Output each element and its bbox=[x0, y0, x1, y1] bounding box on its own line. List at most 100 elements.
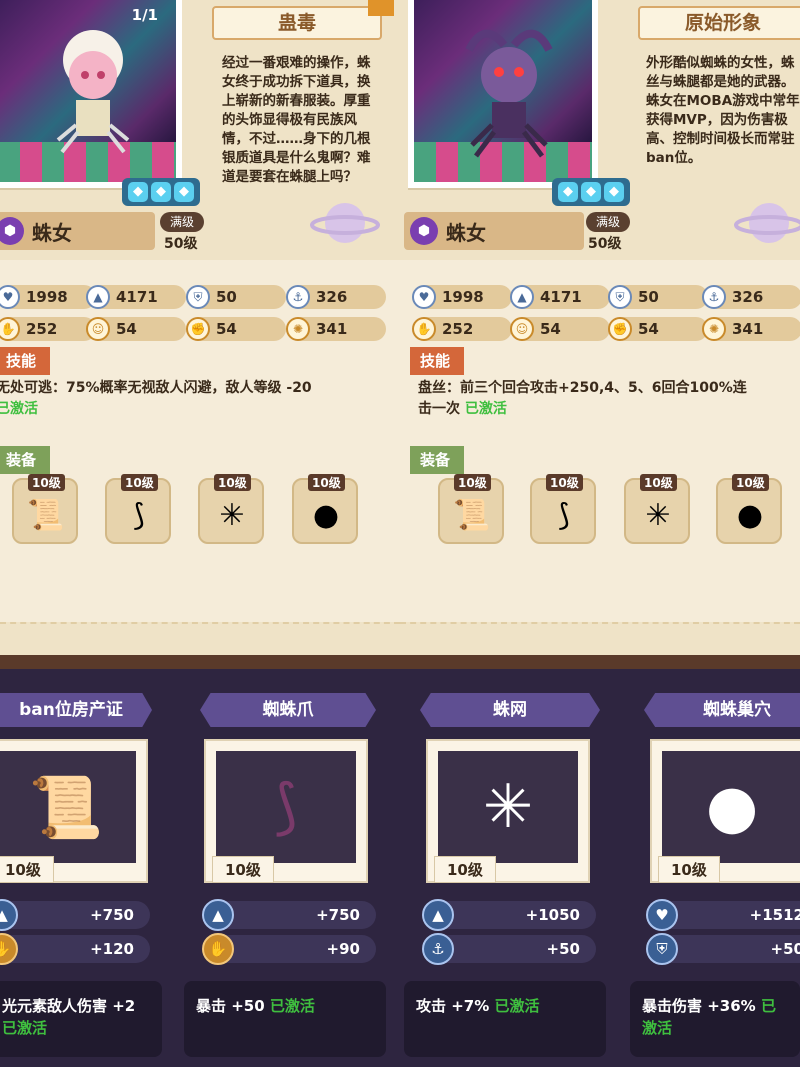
equipment-slot[interactable]: 10级 ✳ bbox=[198, 474, 264, 544]
gem-icon: ◆ bbox=[174, 182, 194, 202]
anchor-icon: ⚓ bbox=[286, 285, 310, 309]
equipment-bonus: ▲ +1050 bbox=[422, 899, 596, 931]
gem-icon: ◆ bbox=[558, 182, 578, 202]
equipment-bonus: ▲ +750 bbox=[0, 899, 150, 931]
hand-icon: ✋ bbox=[202, 933, 234, 965]
skin-title: 蛊毒 bbox=[212, 6, 382, 40]
equipment-slot[interactable]: 10级 ✳ bbox=[624, 474, 690, 544]
character-sprite-costume bbox=[56, 30, 130, 154]
skill-description: 盘丝：前三个回合攻击+250,4、5、6回合100%连 击一次 已激活 bbox=[418, 380, 747, 417]
bell-icon: ▲ bbox=[0, 899, 18, 931]
skill-gems: ◆ ◆ ◆ bbox=[122, 178, 200, 206]
equipment-tag: 装备 bbox=[0, 446, 51, 474]
spider-nest-icon: ● bbox=[312, 498, 340, 533]
stat-strength: ✊ 54 bbox=[608, 317, 708, 341]
stat-attack: ▲ 4171 bbox=[86, 285, 186, 309]
spider-nest-icon: ● bbox=[705, 772, 759, 842]
gem-icon: ◆ bbox=[151, 182, 171, 202]
equipment-bonus: ⛨ +50 bbox=[646, 933, 800, 965]
class-icon: ⬢ bbox=[0, 217, 24, 245]
equipment-column[interactable]: ban位房产证 📜 10级 ▲ +750 ✋ +120 光元素敌人伤害 +2 已… bbox=[0, 669, 200, 1067]
claw-icon: ⟆ bbox=[133, 498, 145, 533]
equipment-art-frame: ● 10级 bbox=[650, 739, 800, 883]
equipment-column[interactable]: 蜘蛛巢穴 ● 10级 ♥ +1512 ⛨ +50 暴击伤害 +36% 已激活 bbox=[630, 669, 800, 1067]
bell-icon: ▲ bbox=[86, 285, 110, 309]
skin-title: 原始形象 bbox=[638, 6, 800, 40]
equipment-slot[interactable]: 10级 ⟆ bbox=[530, 474, 596, 544]
effect-active-label: 已激活 bbox=[2, 1019, 48, 1037]
equipment-detail-panel: ban位房产证 📜 10级 ▲ +750 ✋ +120 光元素敌人伤害 +2 已… bbox=[0, 669, 800, 1067]
skill-active-label: 已激活 bbox=[464, 401, 507, 417]
character-portrait[interactable] bbox=[408, 0, 598, 188]
bell-icon: ▲ bbox=[510, 285, 534, 309]
hand-icon: ✋ bbox=[412, 317, 436, 341]
web-icon: ✳ bbox=[645, 498, 671, 533]
stat-hp: ♥ 1998 bbox=[0, 285, 96, 309]
hand-icon: ✋ bbox=[0, 317, 20, 341]
equipment-name: 蜘蛛爪 bbox=[200, 693, 376, 727]
character-name: 蛛女 bbox=[446, 220, 486, 245]
character-sprite-original bbox=[465, 29, 553, 158]
equipment-slot[interactable]: 10级 ● bbox=[716, 474, 782, 544]
equipment-art-frame: ⟆ 10级 bbox=[204, 739, 368, 883]
equipment-bonus: ▲ +750 bbox=[202, 899, 376, 931]
skill-tag: 技能 bbox=[410, 347, 465, 375]
effect-active-label: 已激活 bbox=[494, 997, 540, 1015]
skin-description: 外形酷似蜘蛛的女性，蛛丝与蛛腿都是她的武器。蛛女在MOBA游戏中常年获得MVP，… bbox=[646, 55, 800, 166]
max-level-badge: 满级 bbox=[160, 212, 204, 232]
shield-icon: ⛨ bbox=[186, 285, 210, 309]
equipment-effect: 暴击伤害 +36% 已激活 bbox=[630, 981, 800, 1057]
stat-speed: ⚓ 326 bbox=[702, 285, 800, 309]
deed-icon: 📜 bbox=[453, 498, 491, 533]
arm-icon: ✊ bbox=[608, 317, 632, 341]
equipment-level: 10级 bbox=[212, 856, 274, 883]
heart-icon: ♥ bbox=[412, 285, 436, 309]
equipment-bonus: ♥ +1512 bbox=[646, 899, 800, 931]
character-level: 50级 bbox=[164, 236, 198, 252]
gem-icon: ◆ bbox=[604, 182, 624, 202]
web-icon: ✳ bbox=[219, 498, 245, 533]
deed-icon: 📜 bbox=[28, 772, 104, 843]
shield-icon: ⛨ bbox=[646, 933, 678, 965]
bell-icon: ▲ bbox=[202, 899, 234, 931]
equipment-bonus: ✋ +120 bbox=[0, 933, 150, 965]
character-portrait[interactable]: 1/1 bbox=[0, 0, 182, 188]
brain-icon: ✺ bbox=[286, 317, 310, 341]
heart-icon: ♥ bbox=[646, 899, 678, 931]
equipment-slot[interactable]: 10级 📜 bbox=[12, 474, 78, 544]
stat-defense: ⛨ 50 bbox=[608, 285, 708, 309]
hand-icon: ✋ bbox=[0, 933, 18, 965]
equipment-effect: 攻击 +7% 已激活 bbox=[404, 981, 606, 1057]
character-name-plate: ⬢ 蛛女 bbox=[404, 212, 584, 250]
claw-icon: ⟆ bbox=[558, 498, 570, 533]
character-level: 50级 bbox=[588, 236, 622, 252]
planet-icon[interactable] bbox=[310, 195, 380, 251]
equipment-name: ban位房产证 bbox=[0, 693, 152, 727]
face-icon: ☺ bbox=[510, 317, 534, 341]
equipment-slot[interactable]: 10级 ⟆ bbox=[105, 474, 171, 544]
equipment-art-frame: ✳ 10级 bbox=[426, 739, 590, 883]
divider-strip bbox=[0, 655, 800, 669]
equipment-column[interactable]: 蛛网 ✳ 10级 ▲ +1050 ⚓ +50 攻击 +7% 已激活 bbox=[404, 669, 610, 1067]
equipment-slot[interactable]: 10级 📜 bbox=[438, 474, 504, 544]
deed-icon: 📜 bbox=[27, 498, 65, 533]
anchor-icon: ⚓ bbox=[702, 285, 726, 309]
planet-icon[interactable] bbox=[734, 195, 800, 251]
equipment-art-frame: 📜 10级 bbox=[0, 739, 148, 883]
gem-icon: ◆ bbox=[581, 182, 601, 202]
equipment-tag: 装备 bbox=[410, 446, 465, 474]
equipment-level: 10级 bbox=[434, 856, 496, 883]
equipment-bonus: ✋ +90 bbox=[202, 933, 376, 965]
stat-defense: ⛨ 50 bbox=[186, 285, 286, 309]
anchor-icon: ⚓ bbox=[422, 933, 454, 965]
skill-gems: ◆ ◆ ◆ bbox=[552, 178, 630, 206]
equipment-level: 10级 bbox=[658, 856, 720, 883]
right-character-panel: ◆ ◆ ◆ 原始形象 外形酷似蜘蛛的女性，蛛丝与蛛腿都是她的武器。蛛女在MOBA… bbox=[400, 0, 800, 660]
stat-speed: ⚓ 326 bbox=[286, 285, 386, 309]
stat-intellect: ✺ 341 bbox=[286, 317, 386, 341]
equipment-slot[interactable]: 10级 ● bbox=[292, 474, 358, 544]
equipment-column[interactable]: 蜘蛛爪 ⟆ 10级 ▲ +750 ✋ +90 暴击 +50 已激活 bbox=[184, 669, 392, 1067]
class-icon: ⬢ bbox=[410, 217, 438, 245]
heart-icon: ♥ bbox=[0, 285, 20, 309]
left-character-panel: 1/1 ◆ ◆ ◆ 蛊毒 经过一番艰难的操作，蛛女终于成功拆下道具，换上崭新的新… bbox=[0, 0, 400, 660]
